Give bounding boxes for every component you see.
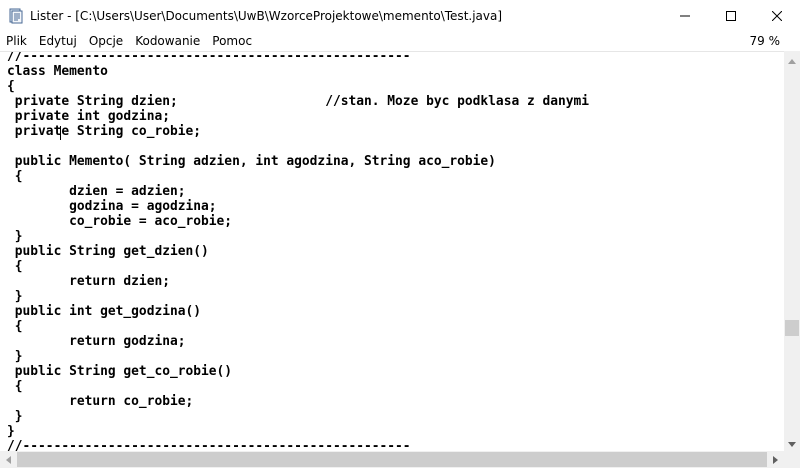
code-line: godzina = agodzina; [7,199,217,214]
menu-opcje[interactable]: Opcje [83,34,129,48]
arrow-right-icon [773,451,778,468]
code-line: } [7,409,23,424]
code-line: } [7,349,23,364]
text-cursor [60,126,61,140]
code-line: public Memento( String adzien, int agodz… [7,154,496,169]
close-button[interactable] [754,0,800,31]
minimize-button[interactable] [662,0,708,31]
code-line: public String get_dzien() [7,244,209,259]
minimize-icon [680,11,690,21]
arrow-up-icon [788,51,796,69]
maximize-icon [726,10,736,21]
window-title: Lister - [C:\Users\User\Documents\UwB\Wz… [30,8,503,23]
horizontal-scrollbar[interactable] [0,451,784,468]
code-line: co_robie = aco_robie; [7,214,233,229]
code-line: } [7,424,15,439]
menu-kodowanie[interactable]: Kodowanie [129,34,206,48]
code-line: class Memento [7,64,108,79]
arrow-left-icon [6,451,11,468]
menu-pomoc[interactable]: Pomoc [206,34,258,48]
code-line: { [7,379,23,394]
horizontal-scroll-thumb[interactable] [17,452,767,467]
code-line: return dzien; [7,274,170,289]
vertical-scroll-thumb[interactable] [785,320,799,336]
vertical-scrollbar[interactable] [784,51,800,451]
arrow-down-icon [788,434,796,452]
code-line: } [7,289,23,304]
zoom-level: 79 % [749,34,781,48]
code-line: private String co_robie; [7,124,202,139]
maximize-button[interactable] [708,0,754,31]
code-line: private String dzien; //stan. Moze byc p… [7,94,590,109]
code-line: { [7,169,23,184]
code-line: public String get_co_robie() [7,364,233,379]
code-content: //--------------------------------------… [7,51,590,451]
text-viewer[interactable]: //--------------------------------------… [0,51,784,451]
menu-edytuj[interactable]: Edytuj [33,34,83,48]
code-line: { [7,259,23,274]
lister-icon [8,8,24,24]
window-controls [662,0,800,31]
close-icon [772,10,782,21]
code-line: { [7,319,23,334]
scrollbar-corner [784,451,800,468]
code-line: dzien = adzien; [7,184,186,199]
code-line: //--------------------------------------… [7,51,411,64]
code-line: return godzina; [7,334,186,349]
scroll-down-button[interactable] [784,434,800,451]
code-line: } [7,229,23,244]
code-line: private int godzina; [7,109,170,124]
scroll-up-button[interactable] [784,51,800,68]
menu-plik[interactable]: Plik [0,34,33,48]
title-bar[interactable]: Lister - [C:\Users\User\Documents\UwB\Wz… [0,0,800,31]
menu-bar: Plik Edytuj Opcje Kodowanie Pomoc 79 % [0,31,800,51]
code-line: return co_robie; [7,394,194,409]
code-line: //--------------------------------------… [7,439,411,451]
code-line: { [7,79,15,94]
scroll-right-button[interactable] [767,451,784,468]
code-line: public int get_godzina() [7,304,202,319]
scroll-left-button[interactable] [0,451,17,468]
